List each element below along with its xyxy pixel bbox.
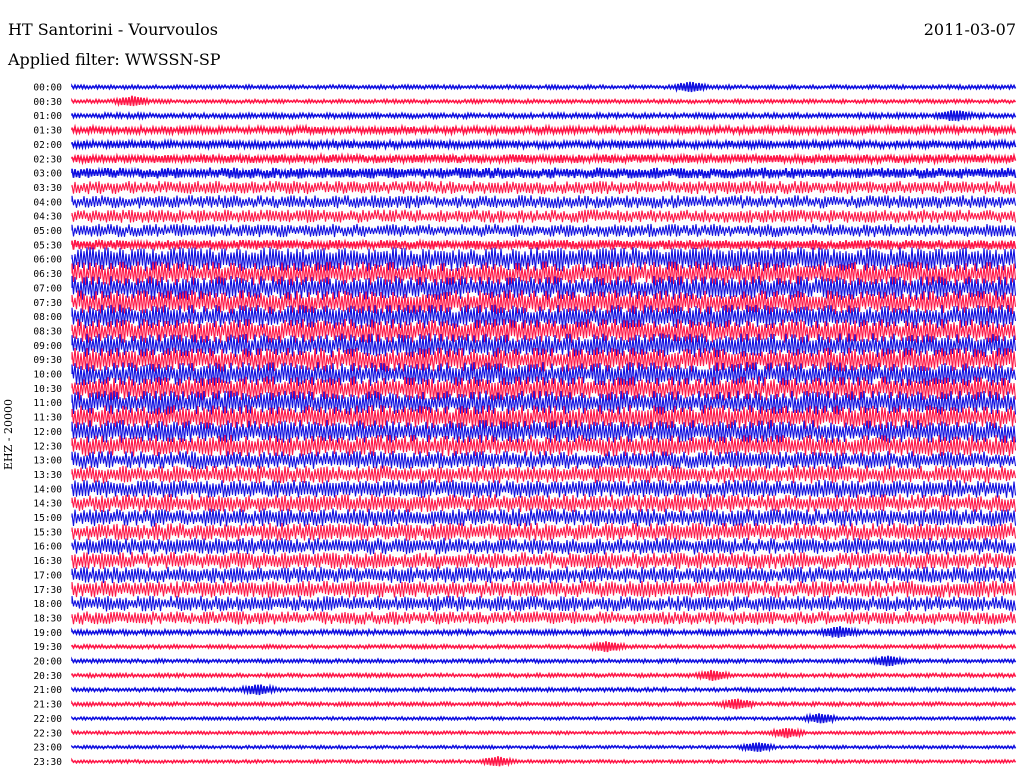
- row-time-label: 09:00: [33, 341, 62, 352]
- row-time-label: 19:00: [33, 628, 62, 639]
- row-time-label: 18:30: [33, 613, 62, 624]
- trace-row: [71, 712, 1017, 725]
- trace-row: [71, 727, 1017, 739]
- row-time-label: 01:30: [33, 126, 62, 137]
- row-time-label: 05:30: [33, 240, 62, 251]
- trace-row: [71, 522, 1017, 541]
- trace-row: [71, 81, 1017, 93]
- row-time-label: 11:00: [33, 398, 62, 409]
- row-time-label: 00:30: [33, 97, 62, 108]
- trace-row: [71, 137, 1017, 152]
- trace-row: [71, 756, 1017, 768]
- trace-row: [71, 223, 1017, 238]
- trace-row: [71, 209, 1017, 223]
- trace-row: [71, 508, 1017, 527]
- trace-row: [71, 238, 1017, 252]
- row-time-label: 07:30: [33, 298, 62, 309]
- row-time-label: 10:00: [33, 370, 62, 381]
- row-time-label: 21:30: [33, 700, 62, 711]
- row-time-label: 00:00: [33, 83, 62, 94]
- trace-row: [71, 595, 1017, 612]
- row-time-label: 05:00: [33, 226, 62, 237]
- row-time-label: 12:00: [33, 427, 62, 438]
- trace-row: [71, 434, 1017, 457]
- trace-row: [71, 180, 1017, 195]
- row-time-label: 09:30: [33, 355, 62, 366]
- row-time-label: 22:00: [33, 714, 62, 725]
- trace-row: [71, 580, 1017, 598]
- trace-row: [71, 123, 1017, 137]
- row-time-label: 16:00: [33, 542, 62, 553]
- row-time-label: 14:00: [33, 484, 62, 495]
- trace-row: [71, 110, 1017, 122]
- trace-row: [71, 640, 1017, 653]
- row-time-label: 02:00: [33, 140, 62, 151]
- row-time-label: 08:00: [33, 312, 62, 323]
- row-time-label: 10:30: [33, 384, 62, 395]
- row-time-label: 04:30: [33, 212, 62, 223]
- trace-row: [71, 683, 1017, 696]
- row-time-label: 07:00: [33, 283, 62, 294]
- row-time-label: 06:30: [33, 269, 62, 280]
- row-time-label: 17:00: [33, 570, 62, 581]
- trace-row: [71, 95, 1017, 108]
- trace-row: [71, 611, 1017, 625]
- row-time-label: 08:30: [33, 326, 62, 337]
- row-time-label: 13:00: [33, 456, 62, 467]
- trace-row: [71, 655, 1017, 667]
- row-time-label: 04:00: [33, 197, 62, 208]
- row-time-label: 03:30: [33, 183, 62, 194]
- row-time-label: 01:00: [33, 111, 62, 122]
- row-time-label: 06:00: [33, 255, 62, 266]
- row-time-label: 20:30: [33, 671, 62, 682]
- row-time-label: 12:30: [33, 441, 62, 452]
- trace-row: [71, 626, 1017, 638]
- row-time-label: 22:30: [33, 728, 62, 739]
- trace-row: [71, 195, 1017, 209]
- row-time-label: 14:30: [33, 499, 62, 510]
- trace-row: [71, 566, 1017, 584]
- trace-row: [71, 479, 1017, 498]
- row-time-label: 19:30: [33, 642, 62, 653]
- trace-row: [71, 742, 1017, 753]
- row-time-label: 11:30: [33, 413, 62, 424]
- trace-row: [71, 151, 1017, 166]
- row-time-label: 18:00: [33, 599, 62, 610]
- row-time-label: 13:30: [33, 470, 62, 481]
- row-time-label: 15:30: [33, 527, 62, 538]
- trace-row: [71, 698, 1017, 711]
- row-time-label: 23:30: [33, 757, 62, 768]
- row-time-label: 15:00: [33, 513, 62, 524]
- trace-row: [71, 537, 1017, 555]
- row-time-label: 20:00: [33, 657, 62, 668]
- trace-row: [71, 465, 1017, 484]
- row-time-label: 16:30: [33, 556, 62, 567]
- row-time-label: 21:00: [33, 685, 62, 696]
- row-time-label: 03:00: [33, 169, 62, 180]
- trace-row: [71, 669, 1017, 682]
- trace-row: [71, 166, 1017, 180]
- row-time-label: 23:00: [33, 743, 62, 754]
- row-time-label: 17:30: [33, 585, 62, 596]
- row-time-label: 02:30: [33, 154, 62, 165]
- trace-row: [71, 552, 1017, 569]
- seismogram-plot: 00:00 00:30 01:00 01:30 02:00 02:30 03:00 03:30…: [33, 81, 1017, 768]
